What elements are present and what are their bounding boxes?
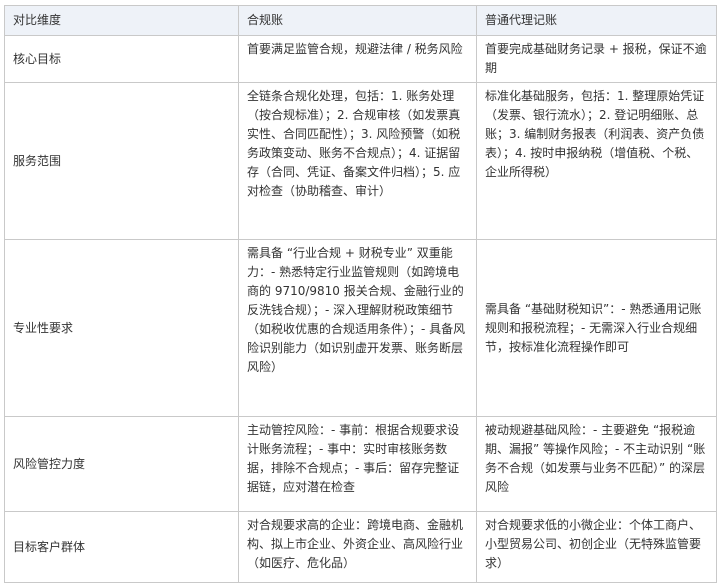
header-compliance-account: 合规账 bbox=[238, 5, 477, 36]
compliance-cell: 首要满足监管合规，规避法律 / 税务风险 bbox=[238, 35, 477, 83]
table-row: 服务范围 全链条合规化处理，包括：1. 账务处理（按合规标准）；2. 合规审核（… bbox=[4, 82, 717, 240]
table-row: 核心目标 首要满足监管合规，规避法律 / 税务风险 首要完成基础财务记录 + 报… bbox=[4, 35, 717, 83]
row-label: 服务范围 bbox=[4, 82, 239, 240]
document-page: 对比维度 合规账 普通代理记账 核心目标 首要满足监管合规，规避法律 / 税务风… bbox=[0, 0, 720, 584]
row-label: 目标客户群体 bbox=[4, 511, 239, 583]
compliance-cell: 全链条合规化处理，包括：1. 账务处理（按合规标准）；2. 合规审核（如发票真实… bbox=[238, 82, 477, 240]
row-label: 核心目标 bbox=[4, 35, 239, 83]
agency-cell: 标准化基础服务，包括：1. 整理原始凭证（发票、银行流水）；2. 登记明细账、总… bbox=[476, 82, 717, 240]
header-dimension: 对比维度 bbox=[4, 5, 239, 36]
row-label: 风险管控力度 bbox=[4, 416, 239, 512]
row-label: 专业性要求 bbox=[4, 239, 239, 417]
compliance-cell: 对合规要求高的企业：跨境电商、金融机构、拟上市企业、外资企业、高风险行业（如医疗… bbox=[238, 511, 477, 583]
table-row: 目标客户群体 对合规要求高的企业：跨境电商、金融机构、拟上市企业、外资企业、高风… bbox=[4, 511, 717, 583]
table-row: 风险管控力度 主动管控风险：- 事前：根据合规要求设计账务流程；- 事中：实时审… bbox=[4, 416, 717, 512]
comparison-table: 对比维度 合规账 普通代理记账 核心目标 首要满足监管合规，规避法律 / 税务风… bbox=[4, 5, 717, 583]
header-row: 对比维度 合规账 普通代理记账 bbox=[4, 5, 717, 36]
agency-cell: 需具备 “基础财税知识”：- 熟悉通用记账规则和报税流程；- 无需深入行业合规细… bbox=[476, 239, 717, 417]
table-body: 核心目标 首要满足监管合规，规避法律 / 税务风险 首要完成基础财务记录 + 报… bbox=[4, 35, 717, 583]
agency-cell: 首要完成基础财务记录 + 报税，保证不逾期 bbox=[476, 35, 717, 83]
compliance-cell: 主动管控风险：- 事前：根据合规要求设计账务流程；- 事中：实时审核账务数据，排… bbox=[238, 416, 477, 512]
table-row: 专业性要求 需具备 “行业合规 + 财税专业” 双重能力：- 熟悉特定行业监管规… bbox=[4, 239, 717, 417]
agency-cell: 被动规避基础风险：- 主要避免 “报税逾期、漏报” 等操作风险；- 不主动识别 … bbox=[476, 416, 717, 512]
header-agency-bookkeeping: 普通代理记账 bbox=[476, 5, 717, 36]
compliance-cell: 需具备 “行业合规 + 财税专业” 双重能力：- 熟悉特定行业监管规则（如跨境电… bbox=[238, 239, 477, 417]
agency-cell: 对合规要求低的小微企业：个体工商户、小型贸易公司、初创企业（无特殊监管要求） bbox=[476, 511, 717, 583]
table-header: 对比维度 合规账 普通代理记账 bbox=[4, 5, 717, 36]
